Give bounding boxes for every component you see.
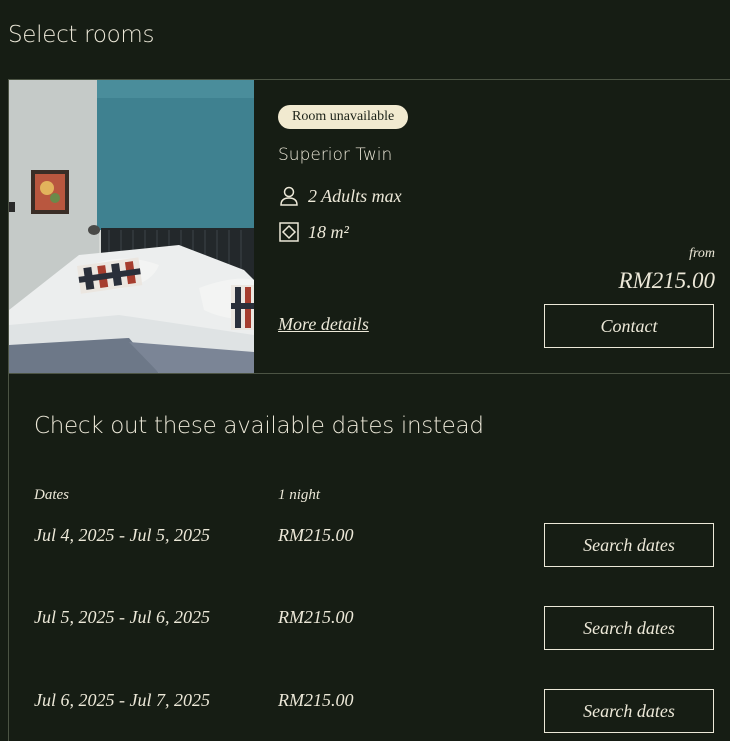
search-dates-button[interactable]: Search dates bbox=[544, 606, 714, 650]
alternative-dates-title: Check out these available dates instead bbox=[34, 413, 484, 439]
size-label: 18 m² bbox=[308, 221, 349, 242]
room-price: RM215.00 bbox=[618, 268, 715, 293]
room-photo[interactable] bbox=[9, 80, 254, 373]
room-size-icon bbox=[278, 221, 300, 243]
search-dates-button[interactable]: Search dates bbox=[544, 523, 714, 567]
date-price: RM215.00 bbox=[278, 690, 354, 710]
search-dates-button[interactable]: Search dates bbox=[544, 689, 714, 733]
page: Select rooms Room unavailable Superior T… bbox=[0, 0, 730, 741]
price-from-label: from bbox=[689, 246, 715, 261]
date-range: Jul 4, 2025 - Jul 5, 2025 bbox=[34, 525, 210, 545]
dates-column-header: Dates bbox=[34, 487, 69, 503]
date-range: Jul 5, 2025 - Jul 6, 2025 bbox=[34, 607, 210, 627]
guests-label: 2 Adults max bbox=[308, 185, 402, 206]
more-details-link[interactable]: More details bbox=[278, 314, 369, 335]
page-title: Select rooms bbox=[8, 22, 155, 48]
room-name: Superior Twin bbox=[278, 145, 393, 165]
nights-column-header: 1 night bbox=[278, 487, 321, 503]
date-price: RM215.00 bbox=[278, 607, 354, 627]
room-guests: 2 Adults max bbox=[278, 185, 402, 207]
date-price: RM215.00 bbox=[278, 525, 354, 545]
room-card: Room unavailable Superior Twin 2 Adults … bbox=[8, 79, 730, 741]
date-range: Jul 6, 2025 - Jul 7, 2025 bbox=[34, 690, 210, 710]
room-size: 18 m² bbox=[278, 221, 349, 243]
status-badge: Room unavailable bbox=[278, 105, 409, 129]
contact-button[interactable]: Contact bbox=[544, 304, 714, 348]
room-summary: Room unavailable Superior Twin 2 Adults … bbox=[9, 80, 730, 374]
person-icon bbox=[278, 185, 300, 207]
